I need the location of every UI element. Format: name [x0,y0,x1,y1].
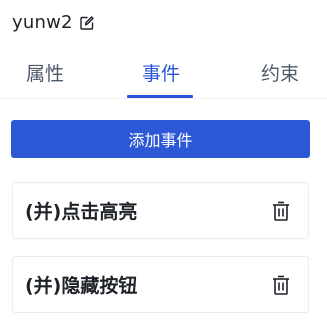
event-item[interactable]: (并)点击高亮 [12,182,309,239]
tab-constraints[interactable]: 约束 [235,46,325,98]
header: yunw2 [12,10,95,34]
add-event-button[interactable]: 添加事件 [11,120,310,158]
trash-icon[interactable] [270,273,292,297]
trash-icon[interactable] [270,199,292,223]
event-label: (并)隐藏按钮 [25,275,138,297]
edit-icon[interactable] [79,15,95,31]
tab-properties[interactable]: 属性 [0,46,90,98]
component-title: yunw2 [12,11,73,33]
event-label: (并)点击高亮 [25,201,138,223]
tab-bar: 属性 事件 约束 [0,46,327,99]
event-item[interactable]: (并)隐藏按钮 [12,256,309,313]
tab-events[interactable]: 事件 [118,46,204,98]
active-tab-indicator [127,95,193,98]
